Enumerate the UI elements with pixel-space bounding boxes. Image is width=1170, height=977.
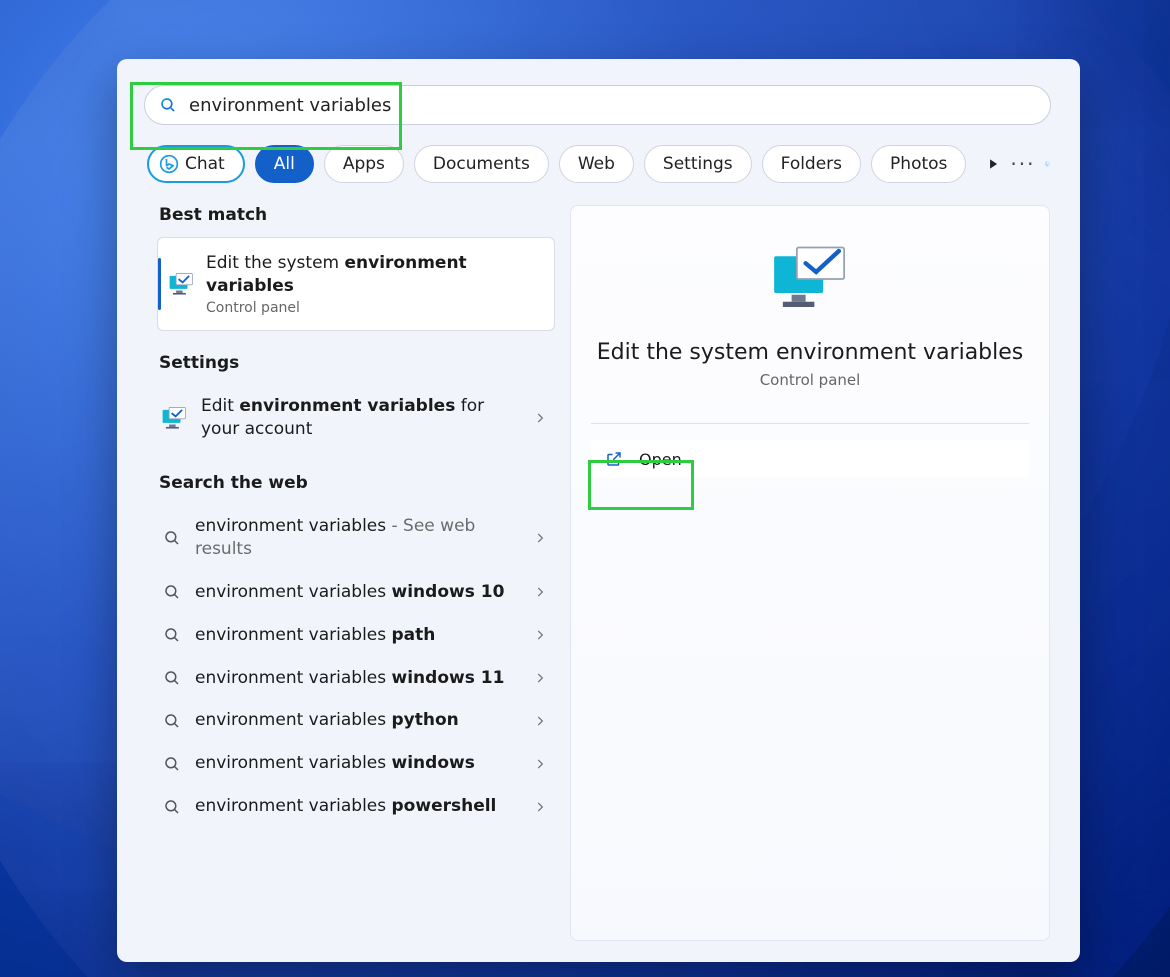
search-icon [163, 626, 181, 644]
web-result[interactable]: environment variables python [157, 699, 555, 742]
filter-photos[interactable]: Photos [871, 145, 966, 183]
open-label: Open [639, 450, 682, 469]
chevron-right-icon [533, 714, 547, 728]
chat-bing-icon [159, 154, 179, 174]
chevron-right-icon [533, 671, 547, 685]
best-match-title: Edit the system environment variables [206, 252, 538, 298]
preview-title: Edit the system environment variables [597, 340, 1024, 365]
open-external-icon [605, 450, 623, 468]
search-panel: Chat All Apps Documents Web Settings Fol… [117, 59, 1080, 962]
settings-heading: Settings [159, 353, 555, 373]
search-icon [163, 755, 181, 773]
web-result[interactable]: environment variables - See web results [157, 505, 555, 571]
best-match-subtitle: Control panel [206, 300, 538, 316]
web-result[interactable]: environment variables windows 11 [157, 657, 555, 700]
filter-documents[interactable]: Documents [414, 145, 549, 183]
chevron-right-icon [533, 531, 547, 545]
web-result-label: environment variables - See web results [195, 515, 519, 561]
bing-icon[interactable] [1045, 145, 1050, 183]
web-result[interactable]: environment variables windows [157, 742, 555, 785]
web-result-label: environment variables path [195, 624, 519, 647]
preview-subtitle: Control panel [760, 371, 861, 389]
chevron-right-icon [533, 800, 547, 814]
filter-chat-label: Chat [185, 154, 225, 174]
divider [591, 423, 1029, 424]
filter-web[interactable]: Web [559, 145, 634, 183]
search-bar[interactable] [144, 85, 1051, 125]
open-action[interactable]: Open [591, 440, 1029, 478]
filter-row: Chat All Apps Documents Web Settings Fol… [147, 145, 1050, 183]
search-icon [163, 712, 181, 730]
settings-result[interactable]: Edit environment variables for your acco… [157, 385, 555, 451]
web-result-label: environment variables windows 11 [195, 667, 519, 690]
web-heading: Search the web [159, 473, 555, 493]
filter-chat[interactable]: Chat [147, 145, 245, 183]
filter-settings[interactable]: Settings [644, 145, 752, 183]
web-result[interactable]: environment variables windows 10 [157, 571, 555, 614]
best-match-heading: Best match [159, 205, 555, 225]
search-icon [163, 583, 181, 601]
web-result-label: environment variables windows [195, 752, 519, 775]
web-result[interactable]: environment variables path [157, 614, 555, 657]
web-result-label: environment variables powershell [195, 795, 519, 818]
search-icon [163, 529, 181, 547]
filters-overflow-next-icon[interactable] [986, 145, 1000, 183]
search-icon [159, 96, 177, 114]
chevron-right-icon [533, 585, 547, 599]
preview-app-icon [770, 244, 850, 314]
search-input[interactable] [189, 95, 1036, 116]
settings-result-label: Edit environment variables for your acco… [201, 395, 519, 441]
results-column: Best match Edit the system environment v… [147, 205, 555, 965]
web-result[interactable]: environment variables powershell [157, 785, 555, 828]
filter-all[interactable]: All [255, 145, 314, 183]
more-options-button[interactable]: ··· [1010, 145, 1035, 183]
chevron-right-icon [533, 628, 547, 642]
control-panel-icon [161, 405, 187, 431]
filter-apps[interactable]: Apps [324, 145, 404, 183]
chevron-right-icon [533, 411, 547, 425]
chevron-right-icon [533, 757, 547, 771]
search-icon [163, 798, 181, 816]
web-result-label: environment variables python [195, 709, 519, 732]
filter-folders[interactable]: Folders [762, 145, 861, 183]
preview-pane: Edit the system environment variables Co… [570, 205, 1050, 941]
web-result-label: environment variables windows 10 [195, 581, 519, 604]
best-match-result[interactable]: Edit the system environment variables Co… [157, 237, 555, 331]
control-panel-icon [168, 271, 194, 297]
search-icon [163, 669, 181, 687]
